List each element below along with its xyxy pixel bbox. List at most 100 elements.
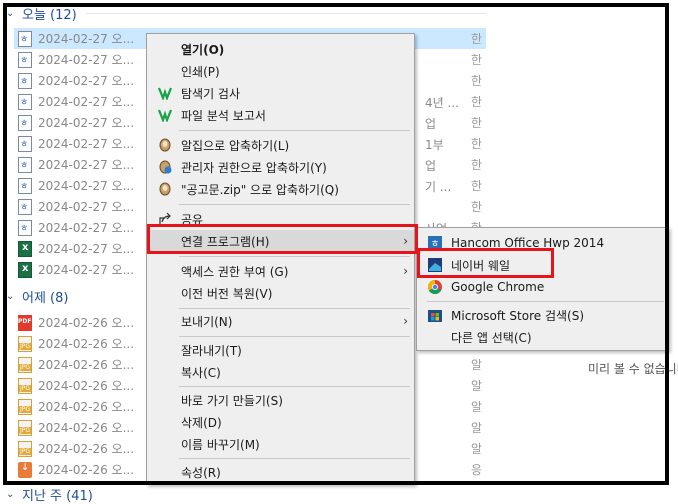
file-type: 한	[471, 158, 483, 172]
hwp-file-icon	[18, 156, 32, 173]
file-date: 2024-02-27 오...	[38, 263, 135, 277]
menu-item-label: 삭제(D)	[181, 415, 222, 430]
file-date: 2024-02-27 오...	[38, 95, 135, 109]
highlight-box-open-with	[147, 224, 418, 254]
file-column-text: 기 ...	[425, 180, 452, 194]
chevron-down-icon: ⌄	[6, 488, 15, 500]
menu-item-label: 보내기(N)	[181, 314, 233, 329]
submenu-item-choose-other-app[interactable]: 다른 앱 선택(C)	[417, 326, 668, 348]
menu-item-label: 열기(O)	[181, 42, 225, 57]
menu-item-properties[interactable]: 속성(R)	[147, 461, 414, 483]
menu-item-restore-previous[interactable]: 이전 버전 복원(V)	[147, 282, 414, 304]
file-column-text: 업	[425, 159, 437, 173]
alzip-icon	[157, 181, 173, 197]
open-with-submenu: ㅎ Hancom Office Hwp 2014 네이버 웨일 Google C…	[416, 227, 669, 351]
xls-file-icon	[18, 240, 32, 257]
chevron-down-icon: ⌄	[6, 7, 15, 19]
file-date: 2024-02-27 오...	[38, 53, 135, 67]
highlight-box-naver-whale	[417, 248, 554, 278]
file-date: 2024-02-26 오...	[38, 358, 135, 372]
menu-item-label: 관리자 권한으로 압축하기(Y)	[181, 160, 327, 175]
menu-item-label: 알집으로 압축하기(L)	[181, 138, 290, 153]
group-label: 어제 (8)	[22, 290, 69, 306]
menu-item-label: "공고문.zip" 으로 압축하기(Q)	[181, 182, 339, 197]
alzip-icon	[157, 137, 173, 153]
menu-item-create-shortcut[interactable]: 바로 가기 만들기(S)	[147, 389, 414, 411]
menu-item-print[interactable]: 인쇄(P)	[147, 60, 414, 82]
menu-item-send-to[interactable]: 보내기(N) ›	[147, 310, 414, 332]
file-date: 2024-02-26 오...	[38, 337, 135, 351]
chrome-icon	[427, 279, 443, 295]
file-date: 2024-02-27 오...	[38, 179, 135, 193]
menu-item-alzip-compress-named[interactable]: "공고문.zip" 으로 압축하기(Q)	[147, 178, 414, 200]
file-column-text: 업	[425, 117, 437, 131]
menu-item-copy[interactable]: 복사(C)	[147, 361, 414, 383]
menu-item-label: 복사(C)	[181, 365, 221, 380]
menu-item-alzip-compress[interactable]: 알집으로 압축하기(L)	[147, 134, 414, 156]
v3-shield-icon	[157, 107, 173, 123]
chevron-right-icon: ›	[403, 264, 408, 278]
file-type: 알	[471, 421, 483, 435]
file-type: 한	[471, 116, 483, 130]
group-label: 지난 주 (41)	[22, 488, 93, 504]
file-type: 한	[471, 32, 483, 46]
file-type: 응	[471, 463, 483, 477]
menu-item-delete[interactable]: 삭제(D)	[147, 411, 414, 433]
file-date: 2024-02-26 오...	[38, 421, 135, 435]
file-type: 한	[471, 74, 483, 88]
hwp-file-icon	[18, 135, 32, 152]
file-date: 2024-02-27 오...	[38, 200, 135, 214]
file-type: 한	[471, 179, 483, 193]
file-type: 알	[471, 442, 483, 456]
alzip-admin-icon	[157, 159, 173, 175]
menu-item-label: 이름 바꾸기(M)	[181, 437, 260, 452]
file-type: 알	[471, 379, 483, 393]
file-type: 알	[471, 358, 483, 372]
hwp-file-icon	[18, 72, 32, 89]
file-date: 2024-02-27 오...	[38, 221, 135, 235]
chevron-down-icon: ⌄	[6, 290, 15, 302]
file-date: 2024-02-27 오...	[38, 137, 135, 151]
download-file-icon	[18, 461, 32, 478]
hwp-file-icon	[18, 51, 32, 68]
file-date: 2024-02-27 오...	[38, 116, 135, 130]
menu-item-label: 이전 버전 복원(V)	[181, 286, 273, 301]
jpg-file-icon	[18, 419, 32, 436]
group-header-today[interactable]: ⌄ 오늘 (12)	[6, 3, 486, 23]
group-header-last-week[interactable]: ⌄ 지난 주 (41)	[6, 484, 93, 504]
menu-item-label: 속성(R)	[181, 465, 221, 480]
submenu-item-chrome[interactable]: Google Chrome	[417, 276, 668, 298]
v3-shield-icon	[157, 85, 173, 101]
hwp-file-icon	[18, 219, 32, 236]
menu-item-open[interactable]: 열기(O)	[147, 38, 414, 60]
submenu-item-label: 다른 앱 선택(C)	[451, 330, 532, 345]
menu-item-label: 잘라내기(T)	[181, 343, 242, 358]
store-icon	[427, 307, 443, 323]
menu-item-label: 탐색기 검사	[181, 86, 241, 101]
chevron-right-icon: ›	[403, 314, 408, 328]
menu-item-file-analysis-report[interactable]: 파일 분석 보고서	[147, 104, 414, 126]
menu-item-alzip-admin-compress[interactable]: 관리자 권한으로 압축하기(Y)	[147, 156, 414, 178]
file-column-text: 1부	[425, 138, 444, 152]
preview-pane-message: 미리 볼 수 없습니다.	[588, 362, 678, 376]
hwp-file-icon	[18, 114, 32, 131]
file-date: 2024-02-27 오...	[38, 158, 135, 172]
submenu-item-store-search[interactable]: Microsoft Store 검색(S)	[417, 304, 668, 326]
hwp-file-icon	[18, 177, 32, 194]
file-date: 2024-02-26 오...	[38, 400, 135, 414]
context-menu: 열기(O) 인쇄(P) 탐색기 검사 파일 분석 보고서 알집으로 압축하기(L…	[146, 33, 415, 485]
hwp-file-icon	[18, 30, 32, 47]
file-date: 2024-02-26 오...	[38, 442, 135, 456]
menu-item-explorer-scan[interactable]: 탐색기 검사	[147, 82, 414, 104]
file-date: 2024-02-26 오...	[38, 463, 135, 477]
group-label: 오늘 (12)	[22, 7, 77, 23]
file-date: 2024-02-27 오...	[38, 32, 135, 46]
jpg-file-icon	[18, 440, 32, 457]
group-header-yesterday[interactable]: ⌄ 어제 (8)	[6, 286, 68, 306]
jpg-file-icon	[18, 398, 32, 415]
file-column-text: 4년 ...	[425, 96, 459, 110]
menu-item-cut[interactable]: 잘라내기(T)	[147, 339, 414, 361]
file-date: 2024-02-27 오...	[38, 242, 135, 256]
menu-item-rename[interactable]: 이름 바꾸기(M)	[147, 433, 414, 455]
menu-item-grant-access[interactable]: 액세스 권한 부여 (G) ›	[147, 260, 414, 282]
